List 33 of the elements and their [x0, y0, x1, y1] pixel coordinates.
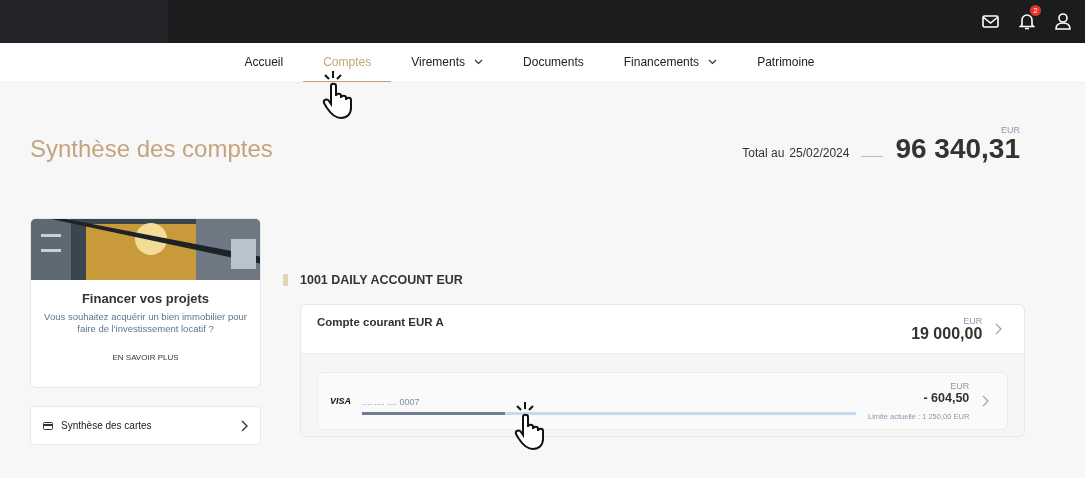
- card-number: .... .... .... 0007: [362, 397, 421, 407]
- card-brand: VISA: [330, 396, 350, 406]
- nav-tab[interactable]: Accueil: [224, 43, 304, 82]
- chevron-right-icon: [994, 323, 1003, 335]
- card-balance: - 604,50: [923, 391, 970, 405]
- nav-tab[interactable]: Financements: [603, 43, 738, 82]
- chevron-down-icon: [474, 59, 484, 65]
- total-date: 25/02/2024: [789, 146, 850, 160]
- account-group-title: 1001 DAILY ACCOUNT EUR: [300, 273, 463, 287]
- mail-icon[interactable]: [982, 15, 999, 28]
- nav-tab[interactable]: Virements: [391, 43, 504, 82]
- section-marker: [283, 274, 288, 286]
- bell-icon[interactable]: [1019, 13, 1035, 30]
- learn-more-link[interactable]: EN SAVOIR PLUS: [112, 352, 179, 362]
- user-icon[interactable]: [1055, 13, 1071, 30]
- credit-card-icon: [43, 421, 53, 430]
- promo-title: Financer vos projets: [80, 291, 211, 306]
- promo-text: Vous souhaitez acquérir un bien immobilier pour faire de l'investissement locatif ?: [43, 311, 248, 335]
- currency-label: EUR: [963, 316, 983, 326]
- currency-label: EUR: [1001, 125, 1020, 135]
- account-balance: 19 000,00: [911, 326, 983, 342]
- page-title: Synthèse des comptes: [30, 135, 273, 163]
- notification-badge: 2: [1030, 5, 1041, 16]
- total-amount: 96 340,31: [895, 135, 1020, 163]
- nav-tab[interactable]: Patrimoine: [737, 43, 835, 82]
- total-label: Total au: [742, 146, 785, 160]
- chevron-right-icon: [240, 419, 248, 432]
- cards-summary-link[interactable]: Synthèse des cartes: [30, 406, 261, 445]
- chevron-down-icon: [708, 59, 718, 65]
- currency-label: EUR: [950, 381, 970, 391]
- nav-tab[interactable]: Documents: [503, 43, 604, 82]
- account-name[interactable]: Compte courant EUR A: [317, 316, 444, 328]
- chevron-right-icon: [981, 395, 990, 407]
